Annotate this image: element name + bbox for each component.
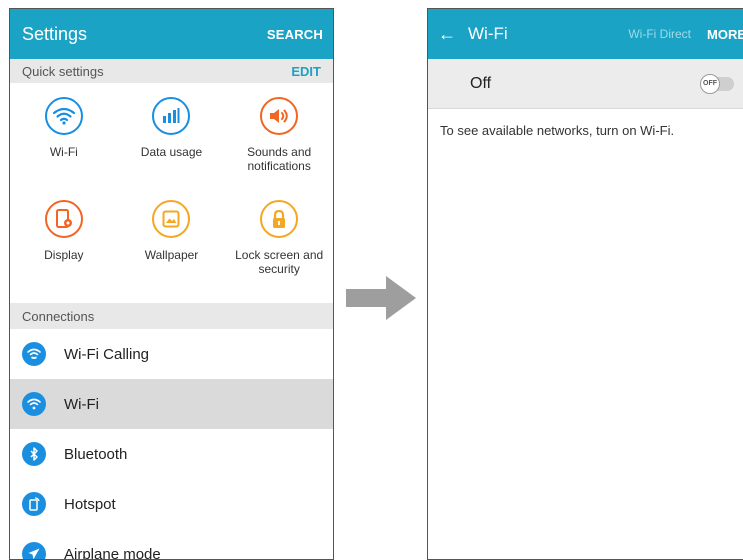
wifi-screen: ← Wi-Fi Wi-Fi Direct MORE Off OFF To see… (427, 8, 743, 560)
connections-item-label: Bluetooth (64, 446, 127, 463)
connections-item-hotspot[interactable]: Hotspot (10, 479, 333, 529)
sound-icon (260, 97, 298, 135)
page-title: Settings (22, 24, 87, 45)
quick-settings-header: Quick settings EDIT (10, 59, 333, 83)
wifi-icon (45, 97, 83, 135)
wifi-toggle[interactable]: OFF (702, 77, 734, 91)
quick-setting-data-usage[interactable]: Data usage (118, 97, 226, 200)
more-button[interactable]: MORE (707, 27, 743, 42)
connections-item-label: Wi-Fi Calling (64, 346, 149, 363)
toggle-knob: OFF (700, 74, 720, 94)
wifi-direct-button[interactable]: Wi-Fi Direct (628, 27, 691, 41)
connections-item-label: Hotspot (64, 496, 116, 513)
connections-item-bluetooth[interactable]: Bluetooth (10, 429, 333, 479)
wifi-calling-icon (22, 342, 46, 366)
quick-setting-label: Wi-Fi (50, 145, 78, 159)
quick-settings-grid: Wi-Fi Data usage (10, 83, 333, 303)
settings-screen: Settings SEARCH Quick settings EDIT Wi-F… (9, 8, 334, 560)
back-arrow-icon[interactable]: ← (438, 24, 456, 45)
connections-item-wifi-calling[interactable]: Wi-Fi Calling (10, 329, 333, 379)
wifi-status-row[interactable]: Off OFF (428, 59, 743, 109)
lock-icon (260, 200, 298, 238)
wallpaper-icon (152, 200, 190, 238)
quick-setting-label: Data usage (141, 145, 202, 159)
wifi-hint-text: To see available networks, turn on Wi-Fi… (428, 109, 743, 138)
wifi-icon (22, 392, 46, 416)
transition-arrow-icon (346, 276, 416, 325)
airplane-icon (22, 542, 46, 560)
wifi-app-bar: ← Wi-Fi Wi-Fi Direct MORE (428, 9, 743, 59)
data-usage-icon (152, 97, 190, 135)
connections-item-wifi[interactable]: Wi-Fi (10, 379, 333, 429)
connections-item-label: Wi-Fi (64, 396, 99, 413)
quick-setting-label: Wallpaper (145, 248, 199, 262)
quick-setting-label: Sounds and notifications (225, 145, 333, 173)
quick-setting-wifi[interactable]: Wi-Fi (10, 97, 118, 200)
page-title: Wi-Fi (468, 24, 508, 44)
display-icon (45, 200, 83, 238)
quick-setting-wallpaper[interactable]: Wallpaper (118, 200, 226, 303)
hotspot-icon (22, 492, 46, 516)
quick-setting-display[interactable]: Display (10, 200, 118, 303)
quick-setting-label: Lock screen and security (225, 248, 333, 276)
quick-setting-lock-screen[interactable]: Lock screen and security (225, 200, 333, 303)
connections-header: Connections (10, 303, 333, 329)
edit-button[interactable]: EDIT (291, 64, 321, 79)
search-button[interactable]: SEARCH (267, 27, 323, 42)
quick-settings-label: Quick settings (22, 64, 104, 79)
settings-app-bar: Settings SEARCH (10, 9, 333, 59)
quick-setting-label: Display (44, 248, 83, 262)
bluetooth-icon (22, 442, 46, 466)
wifi-status-label: Off (470, 75, 491, 93)
connections-item-airplane-mode[interactable]: Airplane mode (10, 529, 333, 560)
quick-setting-sounds[interactable]: Sounds and notifications (225, 97, 333, 200)
